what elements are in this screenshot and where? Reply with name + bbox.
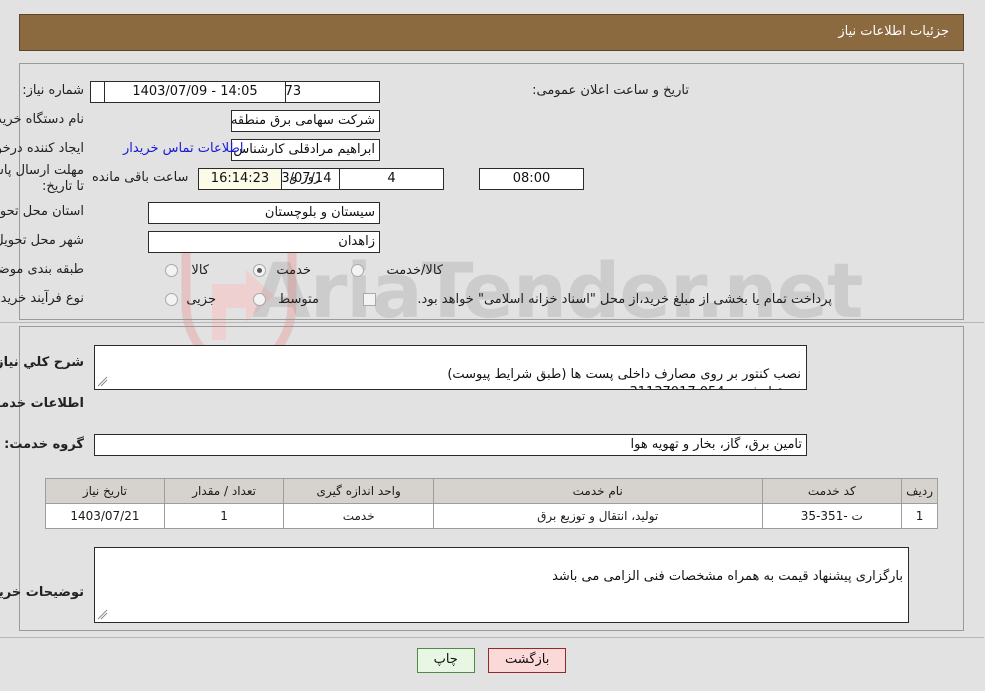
general-desc-label: شرح کلي نیاز: (0, 355, 85, 370)
days-unit-label: روز و (292, 170, 322, 185)
resize-grip-icon[interactable] (98, 609, 110, 621)
cell-qty: 1 (164, 503, 286, 529)
footer-button-bar: بازگشت چاپ (0, 648, 985, 673)
radio-process-motavaset-label: متوسط (279, 292, 320, 307)
services-section-title: اطلاعات خدمات مورد نیاز (0, 396, 85, 411)
treasury-bonds-checkbox[interactable] (364, 293, 377, 306)
table-row: 1 ت -351-35 تولید، انتقال و توزیع برق خد… (46, 503, 939, 529)
resize-grip-icon[interactable] (98, 376, 110, 388)
page-title: جزئیات اطلاعات نیاز (839, 24, 950, 39)
buyer-notes-textarea[interactable]: بارگزاری پیشنهاد قیمت به همراه مشخصات فن… (95, 547, 910, 623)
services-table: ردیف کد خدمت نام خدمت واحد اندازه گیری ت… (46, 478, 939, 529)
th-qty: تعداد / مقدار (164, 478, 286, 504)
time-remaining-suffix: ساعت باقی مانده (93, 170, 190, 185)
th-row: ردیف (902, 478, 939, 504)
treasury-bonds-label: پرداخت تمام یا بخشی از مبلغ خرید،از محل … (418, 292, 833, 307)
th-unit: واحد اندازه گیری (284, 478, 435, 504)
divider-top (0, 322, 985, 323)
category-label: طبقه بندی موضوعی: (0, 262, 85, 277)
radio-category-kala-label: کالا (192, 263, 210, 278)
general-desc-textarea[interactable]: نصب کنتور بر روی مصارف داخلی پست ها (طبق… (95, 345, 808, 390)
cell-unit: خدمت (284, 503, 435, 529)
city-field[interactable]: زاهدان (149, 231, 381, 253)
service-group-label: گروه خدمت: (5, 437, 85, 452)
radio-process-motavaset[interactable] (254, 293, 267, 306)
print-button[interactable]: چاپ (417, 648, 476, 673)
radio-category-khedmat[interactable] (254, 264, 267, 277)
radio-category-kala-khedmat-label: کالا/خدمت (387, 263, 444, 278)
buyer-notes-label: توضیحات خریدار: (0, 585, 85, 600)
cell-name: تولید، انتقال و توزیع برق (433, 503, 764, 529)
page-root: AriaTender.net جزئیات اطلاعات نیاز شماره… (0, 0, 985, 691)
deadline-label: مهلت ارسال پاسخ: تا تاریخ: (0, 163, 85, 194)
process-label: نوع فرآیند خرید : (0, 291, 85, 306)
cell-date: 1403/07/21 (46, 503, 166, 529)
time-remaining-field[interactable]: 16:14:23 (199, 168, 283, 190)
divider-bottom (0, 637, 985, 638)
buyer-org-label: نام دستگاه خریدار: (0, 112, 85, 127)
th-code: کد خدمت (762, 478, 904, 504)
radio-category-kala[interactable] (166, 264, 179, 277)
radio-category-khedmat-label: خدمت (277, 263, 312, 278)
radio-category-kala-khedmat[interactable] (352, 264, 365, 277)
cell-row: 1 (902, 503, 939, 529)
radio-process-jozi-label: جزیی (187, 292, 217, 307)
city-label: شهر محل تحویل: (0, 233, 85, 248)
buyer-org-field[interactable]: شرکت سهامی برق منطقه ای سیستان و بلوچستا… (232, 110, 381, 132)
province-field[interactable]: سیستان و بلوچستان (149, 202, 381, 224)
radio-process-jozi[interactable] (166, 293, 179, 306)
requester-label: ایجاد کننده درخواست: (0, 141, 85, 156)
deadline-hour-field[interactable]: 08:00 (480, 168, 585, 190)
days-remaining-field[interactable]: 4 (340, 168, 445, 190)
th-date: تاریخ نیاز (46, 478, 166, 504)
th-name: نام خدمت (433, 478, 764, 504)
page-title-bar: جزئیات اطلاعات نیاز (20, 14, 965, 51)
table-header-row: ردیف کد خدمت نام خدمت واحد اندازه گیری ت… (46, 478, 939, 504)
need-number-label: شماره نیاز: (23, 83, 85, 98)
public-announce-label: تاریخ و ساعت اعلان عمومی: (533, 83, 690, 98)
province-label: استان محل تحویل: (0, 204, 85, 219)
general-desc-text: نصب کنتور بر روی مصارف داخلی پست ها (طبق… (448, 367, 802, 389)
cell-code: ت -351-35 (762, 503, 904, 529)
buyer-contact-link[interactable]: اطلاعات تماس خریدار (124, 141, 244, 156)
service-group-field[interactable]: تامین برق، گاز، بخار و تهویه هوا (95, 434, 808, 456)
requester-field[interactable]: ابراهیم مرادقلی کارشناس تاسیسات و خدمات … (232, 139, 381, 161)
public-announce-field[interactable]: 1403/07/09 - 14:05 (105, 81, 287, 103)
buyer-notes-text: بارگزاری پیشنهاد قیمت به همراه مشخصات فن… (553, 569, 904, 584)
back-button[interactable]: بازگشت (488, 648, 568, 673)
